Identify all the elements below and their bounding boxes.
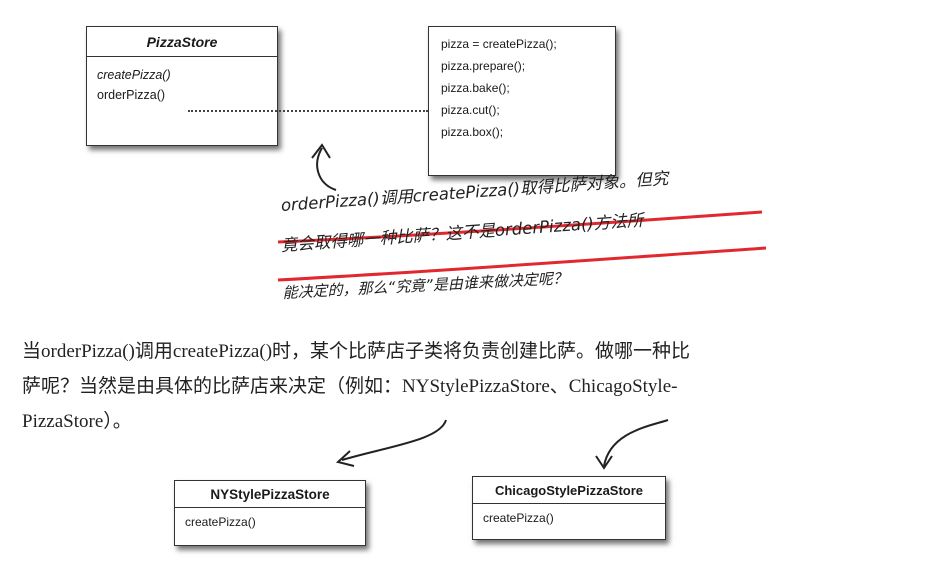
ny-style-pizza-store-title: NYStylePizzaStore [175, 481, 365, 508]
ny-style-pizza-store-class-box: NYStylePizzaStore createPizza() [174, 480, 366, 546]
paragraph-line-1: 当orderPizza()调用createPizza()时，某个比萨店子类将负责… [22, 341, 691, 362]
chicago-style-pizza-store-class-box: ChicagoStylePizzaStore createPizza() [472, 476, 666, 540]
paragraph-line-2: 萨呢？当然是由具体的比萨店来决定（例如：NYStylePizzaStore、Ch… [22, 376, 678, 397]
explanation-paragraph: 当orderPizza()调用createPizza()时，某个比萨店子类将负责… [22, 334, 922, 439]
ny-create-pizza-method: createPizza() [185, 515, 256, 529]
chicago-style-pizza-store-title: ChicagoStylePizzaStore [473, 477, 665, 504]
paragraph-line-3: PizzaStore）。 [22, 411, 132, 432]
chicago-create-pizza-method: createPizza() [483, 511, 554, 525]
